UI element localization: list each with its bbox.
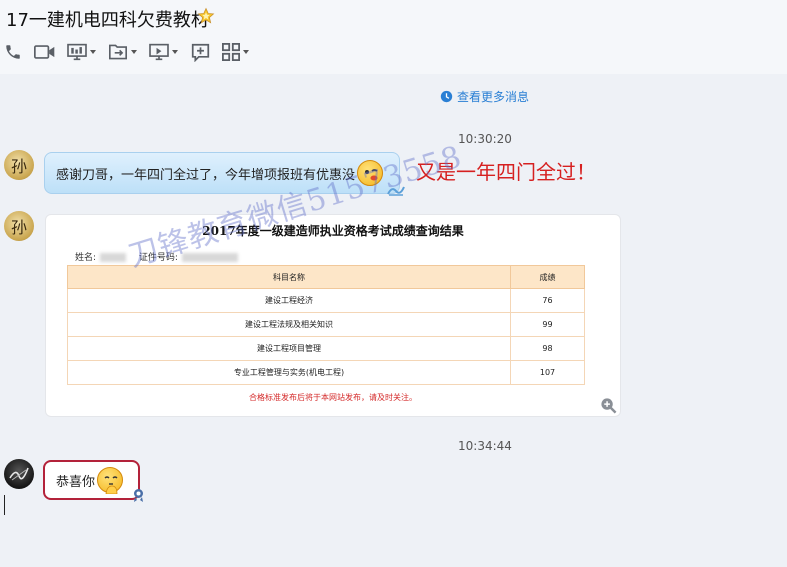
message-text: 恭喜你 [56,474,96,490]
subject-cell: 专业工程管理与实务(机电工程) [67,360,511,385]
star-icon[interactable] [197,7,215,25]
chevron-down-icon[interactable] [243,50,249,54]
message-bubble[interactable]: 恭喜你 [43,460,140,500]
avatar-initial: 孙 [10,157,27,176]
screen-share-icon[interactable] [67,42,96,62]
chat-title: 17一建机电四科欠费教材 [6,10,209,31]
remote-desktop-icon[interactable] [149,42,178,62]
table-row: 专业工程管理与实务(机电工程) 107 [67,360,585,385]
subject-cell: 建设工程法规及相关知识 [67,312,511,337]
zoom-in-icon[interactable] [600,397,617,414]
message-timestamp: 10:30:20 [458,132,512,146]
score-cell: 76 [510,288,585,313]
view-more-messages-link[interactable]: 查看更多消息 [440,88,529,105]
avatar[interactable]: 孙 [4,150,34,180]
logo-icon [9,467,29,481]
apps-icon[interactable] [222,42,249,62]
score-cell: 107 [510,360,585,385]
message-timestamp: 10:34:44 [458,439,512,453]
add-icon[interactable] [191,42,210,62]
phone-icon[interactable] [4,42,22,62]
score-table: 科目名称 成绩 建设工程经济 76 建设工程法规及相关知识 99 建设工程项目管… [67,265,585,385]
name-label: 姓名: [75,253,97,263]
score-cell: 98 [510,336,585,361]
table-row: 建设工程法规及相关知识 99 [67,312,585,337]
result-title: 2017年度一级建造师执业资格考试成绩查询结果 [202,224,464,238]
subject-cell: 建设工程经济 [67,288,511,313]
table-row: 建设工程项目管理 98 [67,336,585,361]
send-file-icon[interactable] [108,42,137,62]
message-status-icon [134,489,143,502]
chevron-down-icon[interactable] [131,50,137,54]
view-more-messages-label: 查看更多消息 [457,90,530,104]
video-call-icon[interactable] [34,42,56,62]
score-cell: 99 [510,312,585,337]
result-notice: 合格标准发布后将于本网站发布，请及时关注。 [249,393,417,402]
emoji-clap-icon [97,467,124,495]
column-header: 成绩 [510,265,585,289]
chevron-down-icon[interactable] [172,50,178,54]
clock-icon [440,90,453,103]
text-cursor [4,495,5,515]
avatar[interactable] [4,459,34,489]
table-row: 建设工程经济 76 [67,288,585,313]
redacted-name [100,253,127,262]
subject-cell: 建设工程项目管理 [67,336,511,361]
chevron-down-icon[interactable] [90,50,96,54]
